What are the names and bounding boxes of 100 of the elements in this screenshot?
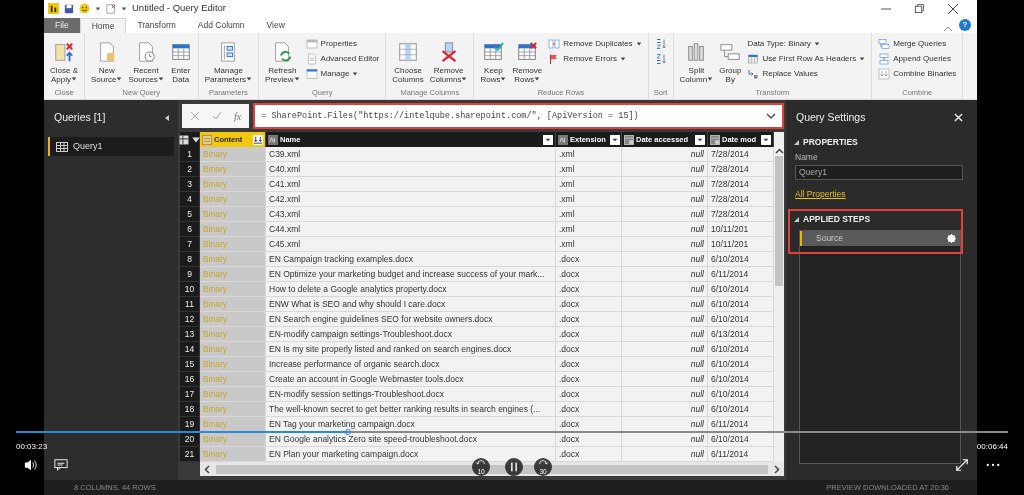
- date-type-icon[interactable]: [710, 134, 720, 145]
- collapse-icon[interactable]: [794, 139, 799, 145]
- query-item[interactable]: Query1: [48, 137, 174, 156]
- document-icon[interactable]: [106, 3, 116, 14]
- settings-icon[interactable]: [947, 233, 956, 243]
- table-cell: Binary: [200, 387, 266, 402]
- ribbon-button[interactable]: Remove Duplicates: [546, 37, 644, 50]
- panel-title: Queries [1]: [54, 109, 106, 125]
- ribbon-button[interactable]: Advanced Editor: [303, 52, 382, 65]
- table-cell: .xml: [556, 162, 622, 177]
- smiley-icon[interactable]: [79, 3, 90, 14]
- table-cell: null: [622, 327, 708, 342]
- scroll-left-icon[interactable]: [204, 464, 210, 474]
- ribbon-tab[interactable]: Add Column: [186, 18, 256, 33]
- scrollbar-thumb[interactable]: [216, 464, 768, 474]
- filter-dropdown-icon[interactable]: [695, 134, 705, 145]
- properties-link[interactable]: All Properties: [795, 187, 846, 201]
- table-cell: null: [622, 402, 708, 417]
- scroll-right-icon[interactable]: [774, 464, 780, 474]
- check-icon[interactable]: [212, 111, 222, 121]
- scroll-up-icon[interactable]: [774, 148, 784, 154]
- expand-icon[interactable]: [766, 112, 776, 120]
- row-number: 18: [180, 402, 200, 417]
- table-cell: null: [622, 162, 708, 177]
- ribbon-button[interactable]: Merge Queries: [876, 37, 959, 50]
- text-type-icon[interactable]: [268, 134, 278, 145]
- table-cell: EN Plan your marketing campaign.docx: [266, 447, 556, 462]
- table-cell: .xml: [556, 192, 622, 207]
- ribbon-button[interactable]: Properties: [303, 37, 382, 50]
- table-cell: null: [622, 282, 708, 297]
- remove-duplicates-icon: [548, 37, 561, 50]
- function-button[interactable]: fx: [234, 108, 242, 124]
- ribbon-button[interactable]: Manage Parameters: [202, 36, 255, 88]
- ribbon-button[interactable]: Append Queries: [876, 52, 959, 65]
- step-item[interactable]: Source: [800, 230, 960, 246]
- elapsed-time: 00:03:23: [16, 441, 48, 453]
- ribbon-dropdown[interactable]: Data Type: Binary: [745, 37, 868, 50]
- ribbon-button[interactable]: Remove Errors: [546, 52, 644, 65]
- table-icon: [747, 52, 760, 65]
- ribbon-button[interactable]: New Source: [89, 36, 125, 88]
- table-menu-button[interactable]: [180, 132, 200, 147]
- fullscreen-icon[interactable]: [955, 458, 969, 472]
- volume-icon[interactable]: [24, 458, 38, 472]
- name-field[interactable]: Query1: [795, 164, 963, 180]
- table-cell: Binary: [200, 372, 266, 387]
- ribbon-button[interactable]: Remove Rows: [510, 36, 545, 88]
- collapse-icon[interactable]: [794, 217, 799, 222]
- date-type-icon[interactable]: [624, 134, 634, 145]
- filter-dropdown-icon[interactable]: [761, 134, 771, 145]
- filter-dropdown-icon[interactable]: [609, 134, 620, 145]
- row-number: 6: [180, 222, 200, 237]
- table-cell: Binary: [200, 147, 266, 162]
- ribbon-button[interactable]: Remove Columns: [427, 36, 470, 88]
- filter-dropdown-icon[interactable]: [543, 134, 553, 145]
- ribbon-button[interactable]: Group By: [717, 36, 744, 88]
- ribbon-button[interactable]: Enter Data: [167, 36, 194, 88]
- table-cell: .docx: [556, 297, 622, 312]
- table-cell: null: [622, 147, 708, 162]
- section-heading: APPLIED STEPS: [803, 213, 871, 226]
- ribbon-button[interactable]: Split Column: [677, 36, 716, 88]
- ribbon-button[interactable]: Combine Binaries: [876, 67, 959, 80]
- ribbon-tab[interactable]: Transform: [126, 18, 187, 33]
- collapse-icon[interactable]: [164, 113, 170, 122]
- ribbon-tab[interactable]: View: [255, 18, 296, 33]
- table-cell: 6/10/2014: [708, 342, 774, 357]
- help-button[interactable]: ?: [959, 19, 971, 31]
- table-cell: EN-modify session settings-Troubleshoot.docx: [266, 387, 556, 402]
- table-cell: .xml: [556, 222, 622, 237]
- table-cell: null: [622, 342, 708, 357]
- table-cell: 6/11/2014: [708, 267, 774, 282]
- row-number: 13: [180, 327, 200, 342]
- scrollbar-thumb[interactable]: [775, 156, 783, 286]
- collapse-ribbon-icon[interactable]: [943, 25, 953, 33]
- table-cell: .docx: [556, 282, 622, 297]
- table-cell: EN Search engine guidelines SEO for website owners.docx: [266, 312, 556, 327]
- table-cell: C45.xml: [266, 237, 556, 252]
- ribbon-button[interactable]: Keep Rows: [478, 36, 509, 88]
- ribbon-button[interactable]: Choose Columns: [390, 36, 426, 88]
- table-cell: Create an account in Google Webmaster tools.docx: [266, 372, 556, 387]
- formula-field[interactable]: = SharePoint.Files("https://intelqube.sharepoint.com/", [ApiVersion = 15]): [253, 103, 784, 129]
- ribbon-button[interactable]: Replace Values: [745, 67, 868, 80]
- ribbon-button[interactable]: Recent Sources: [126, 36, 166, 88]
- captions-icon[interactable]: [54, 458, 68, 472]
- text-type-icon[interactable]: [558, 134, 568, 145]
- expand-column-icon[interactable]: [253, 134, 263, 145]
- ribbon-tab[interactable]: File: [44, 18, 80, 33]
- save-icon[interactable]: [64, 3, 74, 14]
- table-cell: 7/28/2014: [708, 177, 774, 192]
- restore-icon[interactable]: [915, 4, 924, 13]
- ribbon-button[interactable]: Manage: [303, 67, 382, 80]
- table-cell: 7/28/2014: [708, 192, 774, 207]
- ribbon-tab[interactable]: Home: [79, 18, 127, 33]
- keep-rows-icon: [482, 40, 505, 63]
- table-cell: null: [622, 267, 708, 282]
- ribbon-button[interactable]: Use First Row As Headers: [745, 52, 868, 65]
- table-icon: [305, 67, 318, 80]
- ribbon-button[interactable]: Close & Apply: [48, 36, 80, 88]
- document-icon: [305, 52, 318, 65]
- ribbon-button[interactable]: Refresh Preview: [263, 36, 302, 88]
- close-icon[interactable]: [948, 3, 958, 14]
